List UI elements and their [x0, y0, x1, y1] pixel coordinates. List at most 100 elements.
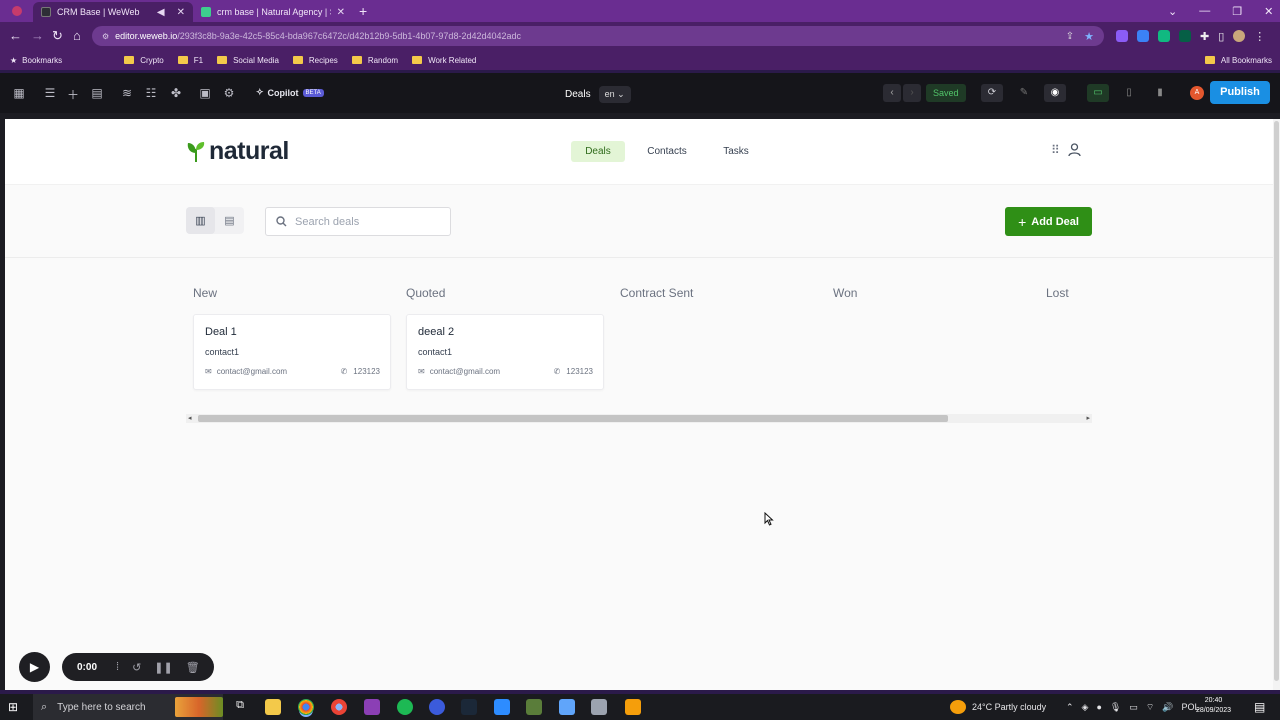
restart-icon[interactable]: ↺: [132, 661, 141, 674]
profile-avatar-icon[interactable]: [1233, 30, 1246, 42]
bookmarks-star[interactable]: ★ Bookmarks: [10, 56, 62, 65]
forward-icon[interactable]: →: [31, 28, 44, 44]
board-horizontal-scrollbar[interactable]: ◂ ▸: [186, 414, 1092, 423]
network-icon[interactable]: ⌔: [1146, 702, 1154, 713]
close-tab-icon[interactable]: ✕: [337, 7, 345, 18]
menu-kebab-icon[interactable]: ⋮: [1254, 30, 1265, 43]
bookmark-work-related[interactable]: Work Related: [412, 56, 476, 65]
extension-icon[interactable]: [1158, 30, 1170, 42]
site-info-icon[interactable]: ⚙: [102, 32, 109, 41]
tab-crm-base-weweb[interactable]: CRM Base | WeWeb ◀ ✕: [33, 2, 193, 22]
phpstorm-icon[interactable]: [364, 699, 380, 715]
layers-icon[interactable]: ☰: [43, 86, 57, 100]
deal-card[interactable]: Deal 1 contact1 ✉ contact@gmail.com ✆ 1231…: [193, 314, 391, 390]
natural-logo[interactable]: natural: [186, 137, 289, 166]
mobile-view-icon[interactable]: ▮: [1149, 84, 1171, 102]
publish-button[interactable]: Publish: [1210, 81, 1270, 104]
nav-deals[interactable]: Deals: [571, 141, 625, 162]
extension-icon[interactable]: [1137, 30, 1149, 42]
sync-icon[interactable]: ⟳: [981, 84, 1003, 102]
nav-tasks[interactable]: Tasks: [715, 141, 757, 162]
settings-gear-icon[interactable]: ⚙: [222, 86, 236, 100]
tray-app-icon[interactable]: ●: [1096, 702, 1101, 712]
pages-icon[interactable]: ▤: [90, 86, 104, 100]
notifications-icon[interactable]: ▤: [1254, 700, 1265, 714]
task-view-icon[interactable]: ⧉: [232, 699, 248, 715]
pause-icon[interactable]: ❚❚: [154, 661, 172, 674]
share-icon[interactable]: ⇪: [1066, 31, 1074, 42]
git-icon[interactable]: [625, 699, 641, 715]
bookmark-star-icon[interactable]: ★: [1084, 30, 1094, 43]
tray-app-icon[interactable]: ◈: [1082, 702, 1089, 713]
extension-icon[interactable]: [1116, 30, 1128, 42]
page-selector[interactable]: Deals en ⌄: [565, 86, 631, 103]
drag-handle-icon[interactable]: ⁞: [116, 661, 119, 673]
close-tab-icon[interactable]: ✕: [177, 7, 185, 18]
side-panel-icon[interactable]: ▯: [1218, 30, 1224, 43]
bookmark-social-media[interactable]: Social Media: [217, 56, 279, 65]
nav-contacts[interactable]: Contacts: [641, 141, 693, 162]
bookmark-random[interactable]: Random: [351, 56, 398, 65]
apps-grid-icon[interactable]: ▦: [12, 86, 26, 100]
home-icon[interactable]: ⌂: [73, 28, 81, 44]
bookmark-crypto[interactable]: Crypto: [124, 56, 164, 65]
edit-pencil-icon[interactable]: ✎: [1013, 84, 1035, 102]
redo-button[interactable]: ›: [903, 84, 921, 102]
windows-start-icon[interactable]: ⊞: [8, 700, 18, 714]
extensions-puzzle-icon[interactable]: ✚: [1200, 30, 1209, 43]
scrollbar-thumb[interactable]: [1274, 121, 1279, 681]
microphone-icon[interactable]: 🎙: [1110, 702, 1121, 713]
reload-icon[interactable]: ↻: [52, 28, 63, 44]
plugins-icon[interactable]: ✤: [169, 86, 183, 100]
apps-grid-icon[interactable]: ⠿: [1051, 143, 1060, 157]
show-hidden-icons-icon[interactable]: ⌃: [1066, 702, 1074, 713]
language-select[interactable]: en ⌄: [598, 86, 631, 103]
url-bar[interactable]: ⚙ editor.weweb.io /293f3c8b-9a3e-42c5-85…: [92, 26, 1104, 46]
volume-icon[interactable]: 🔊: [1162, 702, 1173, 713]
desktop-view-icon[interactable]: ▭: [1087, 84, 1109, 102]
file-explorer-icon[interactable]: [265, 699, 281, 715]
preview-eye-icon[interactable]: ◉: [1044, 84, 1066, 102]
delete-trash-icon[interactable]: 🗑: [186, 661, 200, 674]
app-icon[interactable]: [526, 699, 542, 715]
scroll-left-icon[interactable]: ◂: [188, 414, 192, 423]
list-view-icon[interactable]: ▤: [215, 207, 244, 234]
tab-supabase[interactable]: crm base | Natural Agency | Sup ✕: [193, 2, 353, 22]
add-deal-button[interactable]: + Add Deal: [1005, 207, 1092, 236]
all-bookmarks[interactable]: All Bookmarks: [1204, 56, 1272, 65]
profile-icon[interactable]: [12, 6, 22, 16]
copilot-button[interactable]: ✧ Copilot BETA: [256, 87, 324, 98]
deal-card[interactable]: deeal 2 contact1 ✉ contact@gmail.com ✆ 123…: [406, 314, 604, 390]
scrollbar-thumb[interactable]: [198, 415, 948, 422]
taskbar-search[interactable]: ⌕ Type here to search: [33, 694, 223, 720]
taskbar-clock[interactable]: 20:40 28/09/2023: [1196, 696, 1231, 716]
minimize-icon[interactable]: —: [1199, 5, 1210, 17]
extension-icon[interactable]: [1179, 30, 1191, 42]
add-icon[interactable]: ＋: [66, 86, 80, 103]
kanban-view-icon[interactable]: ▥: [186, 207, 215, 234]
back-icon[interactable]: ←: [9, 28, 22, 44]
chrome-profile-icon[interactable]: [331, 699, 347, 715]
undo-button[interactable]: ‹: [883, 84, 901, 102]
canvas-vertical-scrollbar[interactable]: [1273, 119, 1280, 690]
user-profile-icon[interactable]: [1068, 143, 1081, 157]
battery-icon[interactable]: ▭: [1129, 702, 1138, 713]
weather-widget[interactable]: 24°C Partly cloudy: [950, 694, 1046, 720]
users-icon[interactable]: ☷: [144, 86, 158, 100]
bookmark-f1[interactable]: F1: [177, 56, 203, 65]
recorder-camera-button[interactable]: ▶: [19, 652, 50, 682]
scroll-right-icon[interactable]: ▸: [1086, 414, 1090, 423]
zoom-icon[interactable]: [494, 699, 510, 715]
app-icon[interactable]: [429, 699, 445, 715]
network-app-icon[interactable]: [559, 699, 575, 715]
code-icon[interactable]: ▣: [198, 86, 212, 100]
close-window-icon[interactable]: ✕: [1264, 5, 1273, 18]
virtualbox-icon[interactable]: [591, 699, 607, 715]
data-icon[interactable]: ≋: [120, 86, 134, 100]
bookmark-recipes[interactable]: Recipes: [292, 56, 338, 65]
search-deals-input[interactable]: [295, 215, 445, 228]
restore-icon[interactable]: ❐: [1232, 5, 1242, 18]
user-avatar[interactable]: A: [1190, 86, 1204, 100]
spotify-icon[interactable]: [397, 699, 413, 715]
new-tab-button[interactable]: +: [359, 3, 367, 19]
